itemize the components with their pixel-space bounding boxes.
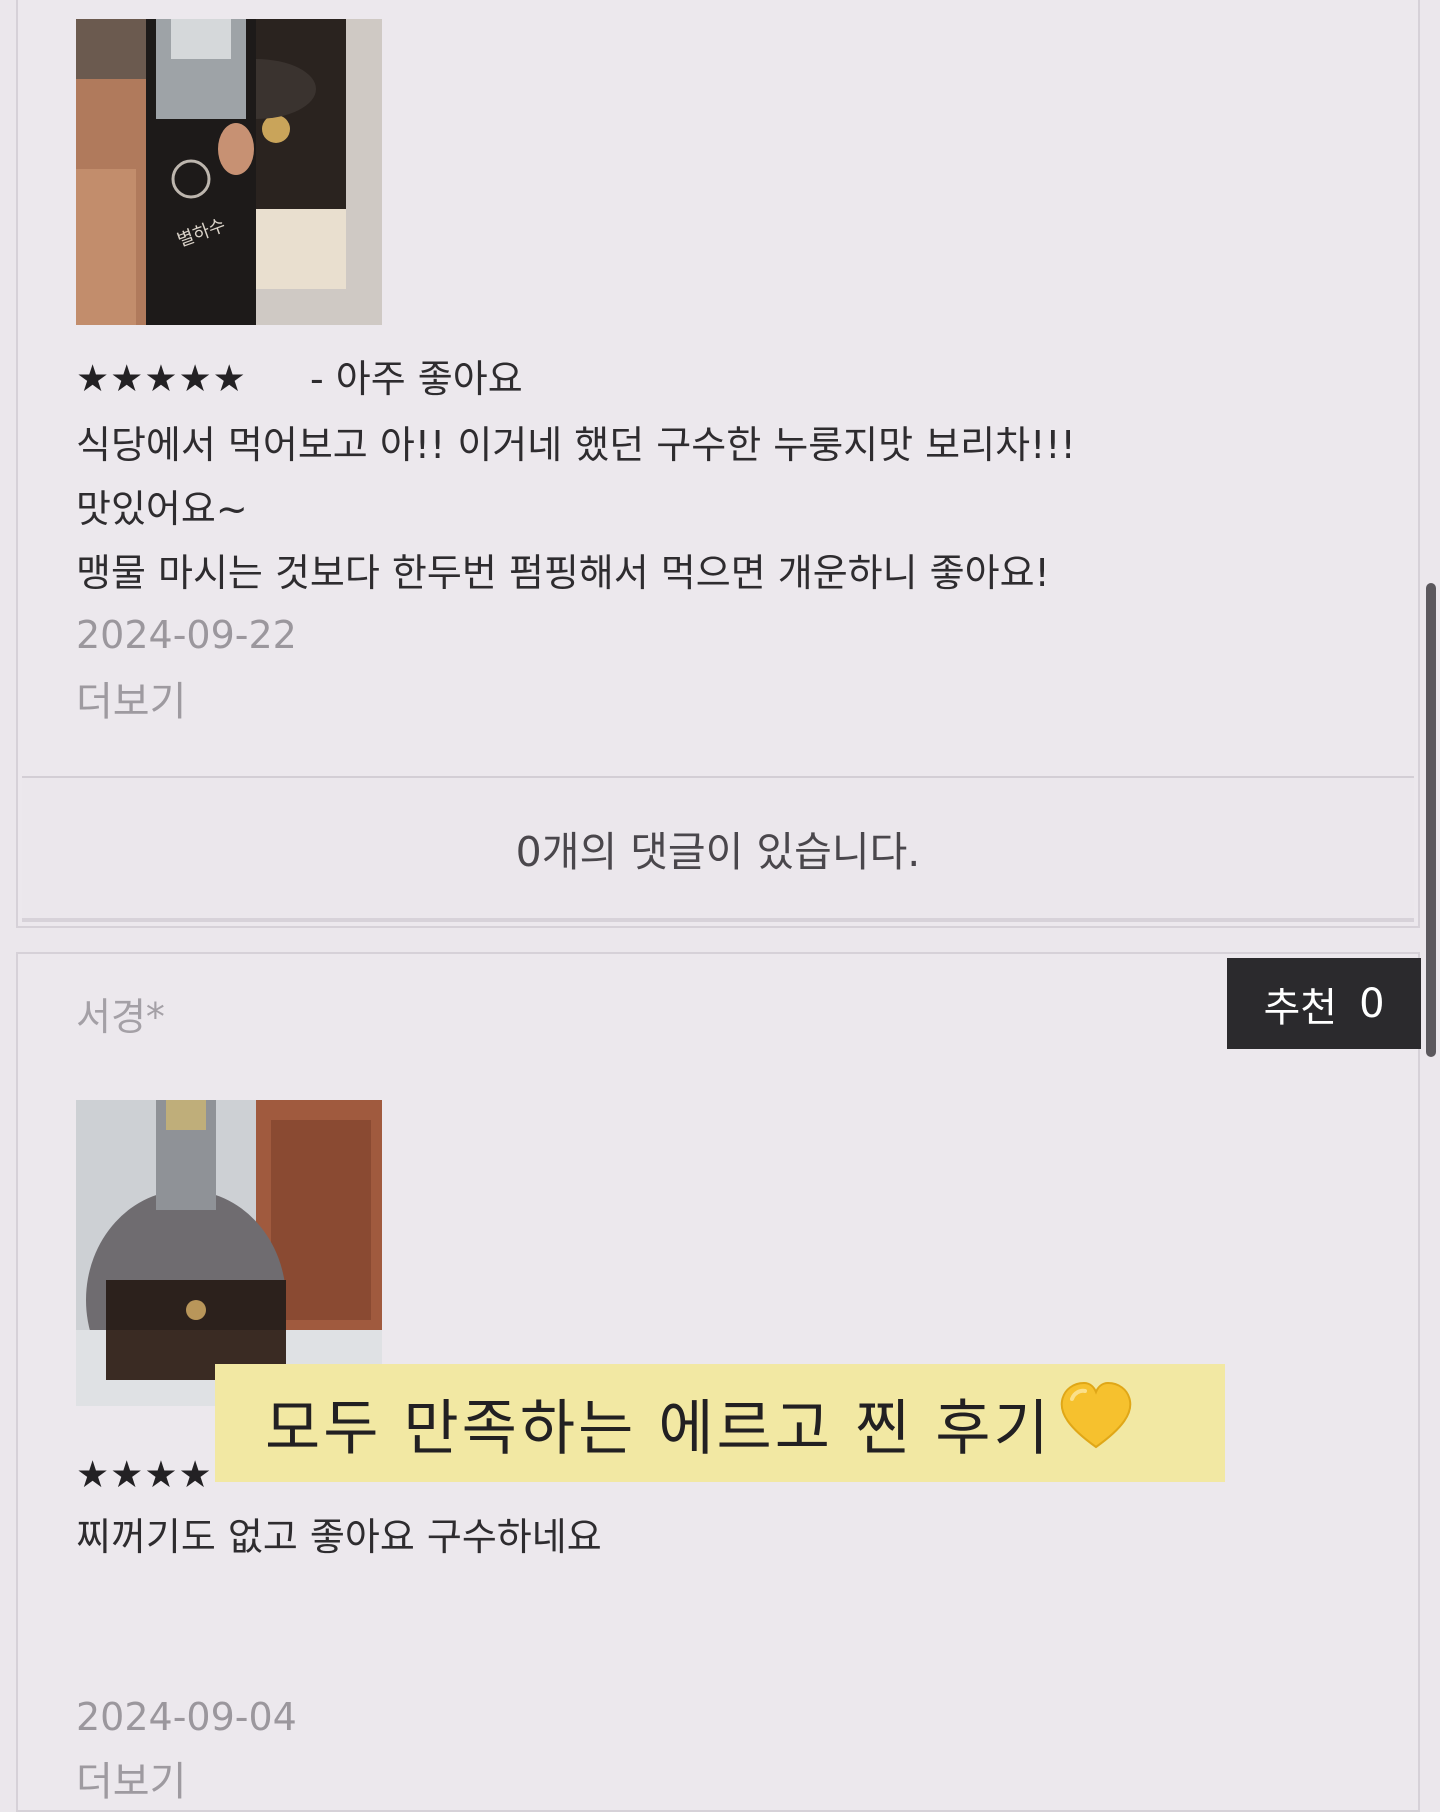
recommend-button[interactable]: 추천 0: [1227, 958, 1421, 1049]
rating-stars: ★★★★★: [76, 357, 247, 400]
product-bottle-photo-icon: 별하수: [76, 19, 382, 325]
caption-text: 모두 만족하는 에르고 찐 후기: [265, 1393, 1052, 1464]
rating-label: - 아주 좋아요: [310, 357, 523, 401]
recommend-count: 0: [1359, 980, 1385, 1027]
product-bottle-photo-icon: [76, 1100, 382, 1406]
comments-count[interactable]: 0개의 댓글이 있습니다.: [22, 776, 1414, 922]
caption-overlay: 모두 만족하는 에르고 찐 후기: [215, 1364, 1225, 1482]
review-text-line: 식당에서 먹어보고 아!! 이거네 했던 구수한 누룽지맛 보리차!!!: [76, 423, 1076, 467]
more-button[interactable]: 더보기: [76, 682, 186, 722]
recommend-label: 추천: [1263, 984, 1338, 1031]
review-date: 2024-09-22: [76, 613, 297, 657]
review-photo[interactable]: [76, 1100, 382, 1406]
review-card: 별하수 ★★★★★ - 아주 좋아요 식당에서 먹어보고 아!! 이거네 했던 …: [16, 0, 1420, 928]
rating-stars: ★★★★: [76, 1453, 213, 1496]
scrollbar-thumb[interactable]: [1426, 583, 1436, 1057]
review-author: 서경*: [76, 995, 165, 1039]
yellow-heart-icon: [1058, 1381, 1134, 1466]
review-photo[interactable]: 별하수: [76, 19, 382, 325]
review-text-line: 맹물 마시는 것보다 한두번 펌핑해서 먹으면 개운하니 좋아요!: [76, 551, 1050, 595]
review-text-line: 찌꺼기도 없고 좋아요 구수하네요: [76, 1515, 602, 1559]
more-button[interactable]: 더보기: [76, 1762, 186, 1802]
review-date: 2024-09-04: [76, 1695, 297, 1739]
review-text-line: 맛있어요~: [76, 487, 248, 531]
